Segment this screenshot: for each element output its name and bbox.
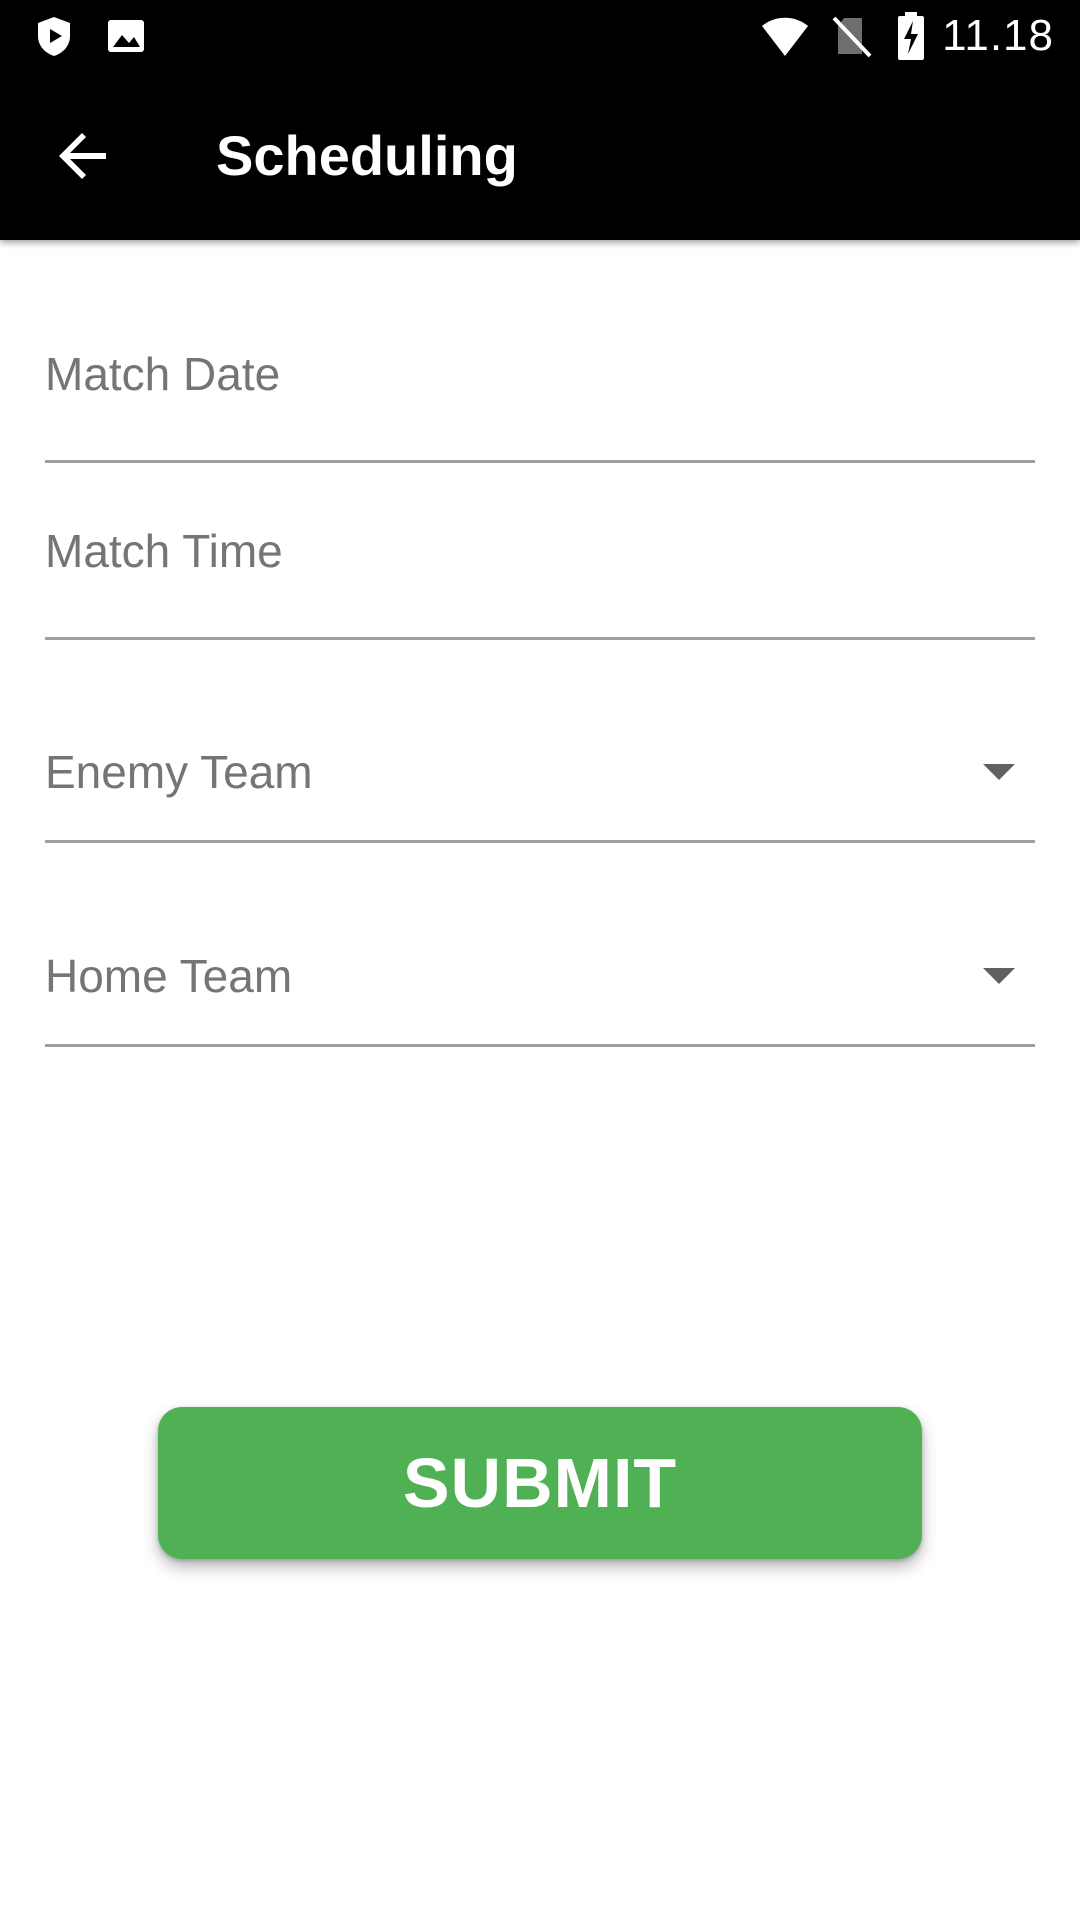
chevron-down-icon [983, 968, 1015, 984]
no-sim-icon [832, 16, 872, 58]
home-team-dropdown[interactable]: Home Team [45, 894, 1035, 1047]
enemy-team-dropdown[interactable]: Enemy Team [45, 690, 1035, 843]
enemy-team-label: Enemy Team [45, 746, 313, 798]
app-bar: Scheduling [0, 72, 1080, 240]
back-button[interactable] [38, 110, 130, 202]
match-time-field[interactable]: Match Time [45, 500, 1035, 640]
match-date-field[interactable]: Match Date [45, 320, 1035, 463]
status-bar: 11.18 [0, 0, 1080, 72]
match-time-placeholder: Match Time [45, 525, 283, 577]
match-date-placeholder: Match Date [45, 348, 281, 400]
status-time: 11.18 [942, 11, 1054, 60]
battery-charging-icon [898, 12, 924, 60]
chevron-down-icon [983, 764, 1015, 780]
page-title: Scheduling [216, 124, 518, 187]
wifi-icon [762, 17, 808, 56]
play-shield-icon [38, 17, 70, 56]
submit-label: SUBMIT [402, 1444, 678, 1522]
image-icon [108, 20, 144, 52]
arrow-back-icon [59, 133, 106, 179]
submit-button[interactable]: SUBMIT [158, 1407, 922, 1559]
home-team-label: Home Team [45, 950, 293, 1002]
